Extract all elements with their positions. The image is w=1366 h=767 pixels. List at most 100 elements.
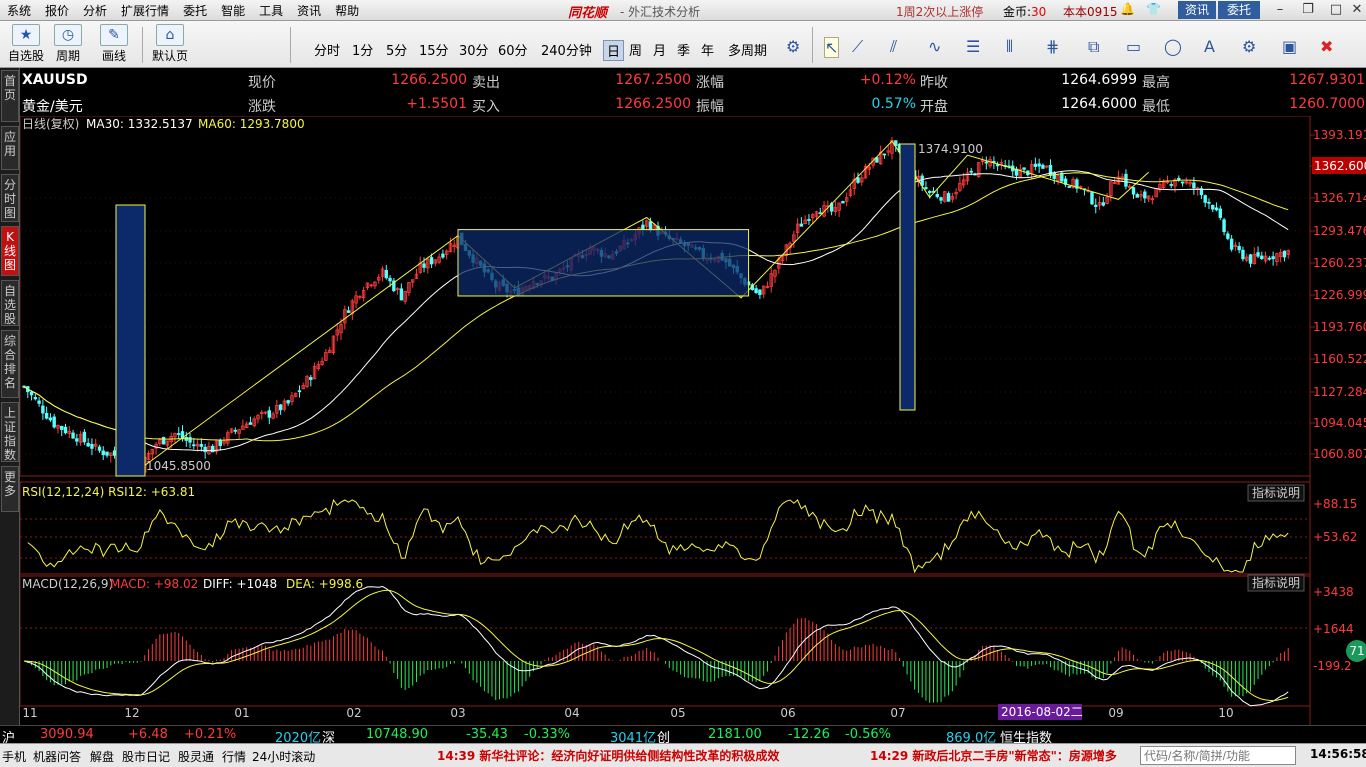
status-link[interactable]: 24小时滚动 bbox=[252, 748, 315, 765]
bookmark-icon[interactable]: ▣ bbox=[1282, 37, 1297, 56]
side-tab[interactable]: K线图 bbox=[1, 226, 19, 276]
status-link[interactable]: 股灵通 bbox=[178, 748, 214, 765]
candle-body bbox=[75, 438, 79, 442]
status-link[interactable]: 机器问答 bbox=[33, 748, 81, 765]
quote-label: 开盘 bbox=[920, 99, 948, 115]
macd-panel-border bbox=[20, 575, 1311, 707]
high-annotation: 1374.9100 bbox=[918, 142, 983, 156]
trade-button[interactable]: 委托 bbox=[1218, 1, 1260, 19]
side-tab[interactable]: 综合排名 bbox=[1, 330, 19, 398]
wave-tool-icon[interactable]: ∿ bbox=[928, 37, 941, 56]
quote-label: 卖出 bbox=[472, 75, 500, 91]
cursor-date: 2016-08-02二 bbox=[1001, 705, 1083, 719]
candle-body bbox=[188, 437, 192, 443]
status-link[interactable]: 手机 bbox=[2, 748, 26, 765]
period-tab[interactable]: 30分 bbox=[459, 40, 489, 59]
close-icon[interactable]: ✕ bbox=[1347, 2, 1366, 18]
menu-item[interactable]: 分析 bbox=[76, 2, 114, 19]
news-button[interactable]: 资讯 bbox=[1178, 1, 1216, 19]
candle-body bbox=[807, 219, 811, 221]
side-tab[interactable]: 首页 bbox=[1, 70, 19, 122]
status-link[interactable]: 股市日记 bbox=[122, 748, 170, 765]
menu-item[interactable]: 报价 bbox=[38, 2, 76, 19]
menu-item[interactable]: 工具 bbox=[252, 2, 290, 19]
menu-item[interactable]: 帮助 bbox=[328, 2, 366, 19]
period-tab[interactable]: 240分钟 bbox=[541, 40, 592, 59]
fib-lines-icon[interactable]: ☰ bbox=[966, 37, 980, 56]
user-version[interactable]: 本本0915 bbox=[1063, 3, 1118, 20]
menu-item[interactable]: 委托 bbox=[176, 2, 214, 19]
side-tab[interactable]: 上证指数 bbox=[1, 402, 19, 462]
status-link[interactable]: 行情 bbox=[222, 748, 246, 765]
candle-body bbox=[161, 436, 166, 445]
menu-item[interactable]: 系统 bbox=[0, 2, 38, 19]
divider bbox=[290, 27, 291, 63]
shirt-icon[interactable]: 👕 bbox=[1146, 2, 1161, 16]
candle-body bbox=[429, 257, 434, 265]
period-tab[interactable]: 月 bbox=[653, 40, 666, 59]
quote-header: XAUUSD 黄金/美元 现价 1266.2500 卖出 1267.2500 涨幅 +0.… bbox=[20, 68, 1366, 116]
candle-body bbox=[384, 270, 388, 279]
promo-link[interactable]: 1周2次以上涨停 bbox=[896, 3, 983, 20]
side-tab[interactable]: 自选股 bbox=[1, 280, 19, 326]
minimize-icon[interactable]: – bbox=[1270, 2, 1290, 18]
line-tool-icon[interactable]: ⟋ bbox=[852, 37, 863, 57]
ellipse-tool-icon[interactable]: ◯ bbox=[1164, 37, 1182, 56]
period-tab[interactable]: 分时 bbox=[314, 40, 340, 59]
vertical-lines-icon[interactable]: ⦀ bbox=[1006, 37, 1013, 57]
candle-body bbox=[41, 405, 45, 414]
symbol-code: XAUUSD bbox=[22, 72, 88, 88]
restore-icon[interactable]: ❐ bbox=[1298, 2, 1318, 18]
sz-value[interactable]: 10748.90 bbox=[366, 727, 428, 742]
watchlist-button[interactable]: ★ 自选股 bbox=[8, 24, 44, 64]
candle-body bbox=[1131, 187, 1136, 195]
default-page-button[interactable]: ⌂ 默认页 bbox=[152, 24, 188, 64]
candle-body bbox=[233, 429, 238, 432]
side-tabs: 首页 应用分时图 K线图自选股综合排名上证指数更多 bbox=[0, 68, 20, 743]
divider bbox=[142, 27, 143, 63]
draw-settings-icon[interactable]: ⚙ bbox=[1242, 37, 1256, 56]
period-tab[interactable]: 60分 bbox=[498, 40, 528, 59]
menu-item[interactable]: 扩展行情 bbox=[114, 2, 176, 19]
period-tab[interactable]: 周 bbox=[629, 40, 642, 59]
news-ticker-1[interactable]: 14:39 新华社评论：经济向好证明供给侧结构性改革的积极成效 bbox=[437, 747, 779, 764]
quote-value: 1266.2500 bbox=[615, 96, 691, 112]
period-tab[interactable]: 年 bbox=[701, 40, 714, 59]
app-title: - 外汇技术分析 bbox=[620, 5, 701, 19]
text-tool-icon[interactable]: A bbox=[1204, 37, 1215, 56]
band-tool-icon[interactable]: ⧉ bbox=[1088, 37, 1099, 57]
parallel-line-icon[interactable]: ⫽ bbox=[890, 37, 897, 57]
channel-tool-icon[interactable]: ⋕ bbox=[1046, 37, 1059, 56]
period-tab[interactable]: 1分 bbox=[352, 40, 373, 59]
side-tab[interactable]: 分时图 bbox=[1, 174, 19, 222]
news-ticker-2[interactable]: 14:29 新政后北京二手房"新常态"：房源增多 bbox=[870, 747, 1135, 764]
cy-value[interactable]: 2181.00 bbox=[708, 727, 762, 742]
period-tab[interactable]: 多周期 bbox=[728, 40, 767, 59]
period-tab[interactable]: 5分 bbox=[386, 40, 407, 59]
bell-icon[interactable]: 🔔 bbox=[1120, 2, 1135, 16]
code-search-input[interactable] bbox=[1140, 746, 1296, 765]
side-tab[interactable]: 更多 bbox=[1, 466, 19, 512]
settings-gear-icon[interactable]: ⚙ bbox=[786, 37, 800, 56]
status-link[interactable]: 解盘 bbox=[90, 748, 114, 765]
candle-body bbox=[97, 446, 102, 451]
kline-chart[interactable]: 1393.1911 1362.6000 1326.7141 1293.4760 1260… bbox=[20, 116, 1366, 726]
menu-item[interactable]: 资讯 bbox=[290, 2, 328, 19]
period-tab[interactable]: 15分 bbox=[419, 40, 449, 59]
candle-body bbox=[1094, 204, 1098, 207]
sh-value[interactable]: 3090.94 bbox=[40, 727, 94, 742]
maximize-icon[interactable]: □ bbox=[1326, 2, 1346, 18]
period-button[interactable]: ◷ 周期 bbox=[54, 24, 82, 64]
period-tab[interactable]: 日 bbox=[603, 40, 625, 61]
delete-drawings-icon[interactable]: ✖ bbox=[1320, 37, 1333, 56]
draw-button[interactable]: ✎ 画线 bbox=[100, 24, 128, 64]
cy-pct: -0.56% bbox=[845, 727, 891, 742]
menu-item[interactable]: 智能 bbox=[214, 2, 252, 19]
candle-body bbox=[60, 425, 64, 430]
period-tab[interactable]: 季 bbox=[677, 40, 690, 59]
side-tab[interactable]: 应用 bbox=[1, 126, 19, 170]
chart-area[interactable]: 1393.1911 1362.6000 1326.7141 1293.4760 1260… bbox=[20, 116, 1366, 726]
cursor-arrow-icon[interactable]: ↖ bbox=[824, 37, 840, 58]
dea-legend: DEA: +998.6 bbox=[286, 577, 363, 591]
rectangle-tool-icon[interactable]: ▭ bbox=[1126, 37, 1141, 56]
